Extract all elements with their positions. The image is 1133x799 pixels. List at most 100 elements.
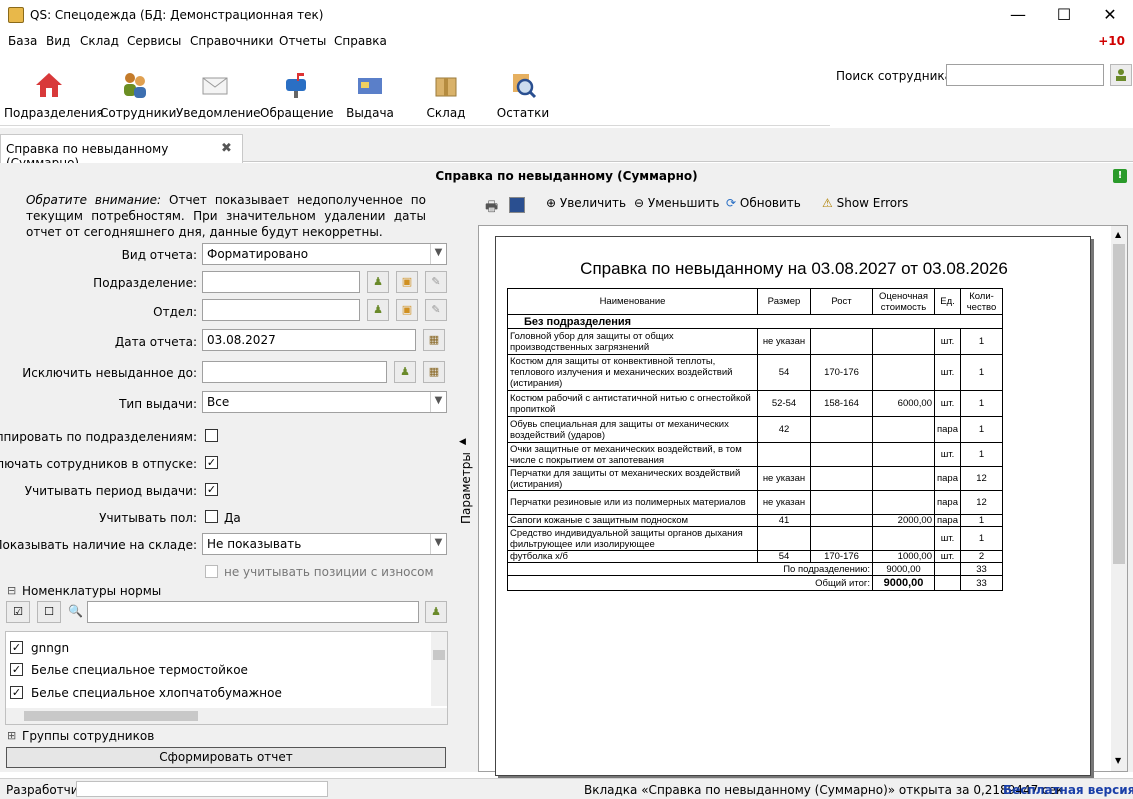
generate-report-button[interactable]: Сформировать отчет xyxy=(6,747,446,768)
department-select-button[interactable]: ♟ xyxy=(367,299,389,321)
table-cell-size: 54 xyxy=(757,354,811,391)
ignore-worn-checkbox[interactable] xyxy=(205,565,218,578)
zoom-out-button[interactable]: ⊖ Уменьшить xyxy=(634,196,719,210)
report-date-input[interactable]: 03.08.2027 xyxy=(202,329,416,351)
table-cell-height: 158-164 xyxy=(810,390,873,417)
table-cell-unit: шт. xyxy=(934,354,961,391)
scroll-thumb[interactable] xyxy=(433,650,445,660)
toolbar-divisions-button[interactable]: Подразделения xyxy=(4,62,104,126)
toolbar-employees-button[interactable]: Сотрудники xyxy=(100,62,176,126)
notification-badge[interactable]: +10 xyxy=(1098,34,1125,48)
menu-reports[interactable]: Отчеты xyxy=(279,34,326,48)
close-button[interactable]: ✕ xyxy=(1087,0,1133,30)
print-icon[interactable]: 🖶 xyxy=(485,196,498,220)
scroll-thumb[interactable] xyxy=(1113,244,1125,564)
division-select-button[interactable]: ♟ xyxy=(367,271,389,293)
account-gender-checkbox[interactable] xyxy=(205,510,218,523)
menu-references[interactable]: Справочники xyxy=(190,34,273,48)
show-errors-button[interactable]: ⚠ Show Errors xyxy=(822,196,908,210)
page-title: Справка по невыданному (Суммарно) xyxy=(435,169,698,183)
menu-base[interactable]: База xyxy=(8,34,37,48)
list-horizontal-scrollbar[interactable] xyxy=(6,708,447,724)
collapse-icon[interactable]: ⊟ xyxy=(7,584,16,597)
free-version-link[interactable]: Бесплатная версия xyxy=(1003,783,1133,797)
window-title: QS: Спецодежда (БД: Демонстрационная тек… xyxy=(30,8,324,22)
nomenclature-item-checkbox[interactable]: ✓ xyxy=(10,686,23,699)
table-cell-unit: шт. xyxy=(934,390,961,417)
menu-services[interactable]: Сервисы xyxy=(127,34,181,48)
list-item: Белье специальное термостойкое xyxy=(31,663,248,677)
nomenclature-add-button[interactable]: ♟ xyxy=(425,601,447,623)
report-toolbar: 🖶 ⊕ Увеличить ⊖ Уменьшить ⟳ Обновить ⚠ S… xyxy=(473,187,1133,223)
tab-close-icon[interactable]: ✖ xyxy=(221,141,232,156)
column-header: Ед. xyxy=(934,288,961,315)
division-edit-button[interactable]: ✎ xyxy=(425,271,447,293)
report-date-calendar-button[interactable]: ▦ xyxy=(423,329,445,351)
table-cell-size: 52-54 xyxy=(757,390,811,417)
menu-stock[interactable]: Склад xyxy=(80,34,119,48)
subtotal-qty: 33 xyxy=(960,562,1003,576)
chevron-down-icon: ▼ xyxy=(430,392,446,412)
info-icon[interactable]: ! xyxy=(1113,169,1127,183)
report-type-select[interactable]: Форматировано ▼ xyxy=(202,243,447,265)
chevron-down-icon[interactable]: ▼ xyxy=(1115,756,1121,765)
menu-view[interactable]: Вид xyxy=(46,34,70,48)
group-by-division-checkbox[interactable] xyxy=(205,429,218,442)
table-cell-unit: пара xyxy=(934,514,961,527)
division-input[interactable] xyxy=(202,271,360,293)
department-open-button[interactable]: ▣ xyxy=(396,299,418,321)
minimize-button[interactable]: — xyxy=(995,0,1041,30)
table-cell-height xyxy=(810,442,873,467)
refresh-button[interactable]: ⟳ Обновить xyxy=(726,196,801,210)
list-vertical-scrollbar[interactable] xyxy=(431,632,447,706)
exclude-before-label: Исключить невыданное до: xyxy=(22,366,197,380)
chevron-up-icon[interactable]: ▲ xyxy=(1115,230,1121,239)
uncheck-all-button[interactable]: ☐ xyxy=(37,601,61,623)
report-date-label: Дата отчета: xyxy=(114,335,197,349)
exclude-before-calendar-button[interactable]: ▦ xyxy=(423,361,445,383)
issue-type-select[interactable]: Все ▼ xyxy=(202,391,447,413)
collapse-arrow-icon[interactable]: ◀ xyxy=(459,437,466,447)
export-icon[interactable] xyxy=(509,197,525,213)
account-gender-label: Учитывать пол: xyxy=(99,511,197,525)
division-open-button[interactable]: ▣ xyxy=(396,271,418,293)
toolbar-issue-button[interactable]: Выдача xyxy=(338,62,402,126)
department-input[interactable] xyxy=(202,299,360,321)
employee-search-button[interactable] xyxy=(1110,64,1132,86)
toolbar-notification-button[interactable]: Уведомление xyxy=(176,62,261,126)
table-cell-qty: 12 xyxy=(960,490,1003,515)
account-period-checkbox[interactable]: ✓ xyxy=(205,483,218,496)
table-cell-unit: пара xyxy=(934,416,961,443)
exclude-vacation-checkbox[interactable]: ✓ xyxy=(205,456,218,469)
zoom-in-button[interactable]: ⊕ Увеличить xyxy=(546,196,626,210)
department-edit-button[interactable]: ✎ xyxy=(425,299,447,321)
subtotal-label: По подразделению: xyxy=(507,562,873,576)
toolbar-stock-button[interactable]: Склад xyxy=(416,62,476,126)
table-cell-height xyxy=(810,526,873,551)
exclude-before-input[interactable] xyxy=(202,361,387,383)
department-label: Отдел: xyxy=(153,305,197,319)
employee-search-input[interactable] xyxy=(946,64,1104,86)
nomenclature-item-checkbox[interactable]: ✓ xyxy=(10,641,23,654)
report-vertical-scrollbar[interactable]: ▲ ▼ xyxy=(1111,226,1127,771)
exclude-before-select-button[interactable]: ♟ xyxy=(394,361,416,383)
table-row: Костюм для защиты от конвективной теплот… xyxy=(507,354,1003,391)
nomenclature-item-checkbox[interactable]: ✓ xyxy=(10,663,23,676)
scroll-thumb[interactable] xyxy=(24,711,198,721)
tab-report-unissued[interactable]: Справка по невыданному (Суммарно) ✖ xyxy=(0,134,243,170)
menu-help[interactable]: Справка xyxy=(334,34,387,48)
expand-icon[interactable]: ⊞ xyxy=(7,729,16,742)
total-unit xyxy=(934,575,961,591)
card-icon xyxy=(358,78,382,94)
main-toolbar: Подразделения Сотрудники Уведомление Обр… xyxy=(0,62,830,126)
toolbar-request-button[interactable]: Обращение xyxy=(260,62,334,126)
table-cell-height: 170-176 xyxy=(810,354,873,391)
parameters-splitter[interactable]: ◀ Параметры xyxy=(455,187,473,772)
toolbar-remains-button[interactable]: Остатки xyxy=(492,62,554,126)
check-all-button[interactable]: ☑ xyxy=(6,601,30,623)
show-stock-select[interactable]: Не показывать ▼ xyxy=(202,533,447,555)
total-cost: 9000,00 xyxy=(872,575,935,591)
nomenclature-search-input[interactable] xyxy=(87,601,419,623)
maximize-button[interactable]: ☐ xyxy=(1041,0,1087,30)
table-cell-name: Перчатки резиновые или из полимерных мат… xyxy=(507,490,758,515)
